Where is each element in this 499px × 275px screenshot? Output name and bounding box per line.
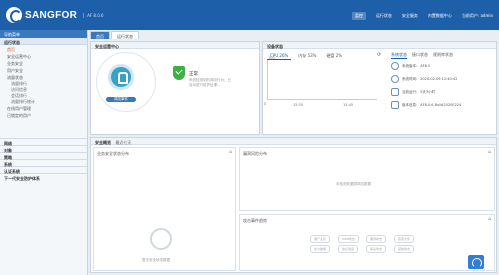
attack-trend-subpanel: 攻击事件趋势 ⌂ 僵尸主机 WEB攻击 漏洞攻击 恶意文件 暴力破解 信息泄露 … [239, 214, 495, 271]
risk-event-badge[interactable]: 风险事件 [106, 97, 136, 102]
nav-security[interactable]: 安全服务 [402, 13, 418, 19]
detail-version-label: 系统版本: [402, 63, 418, 68]
page-tabs: 首页 运行状态 [90, 31, 139, 39]
legend-pill[interactable]: WEB攻击 [338, 235, 359, 243]
business-status-subpanel: 业务安全状态分布 ⌂ 暂无安全状态数据 [93, 147, 236, 271]
vuln-empty-text: 未检测到漏洞风险数据 [336, 182, 371, 186]
legend-pill[interactable]: 其他攻击 [394, 245, 415, 253]
logo: SANGFOR AF 8.0.6 [6, 7, 104, 23]
vuln-risk-subpanel: 漏洞风险分布 ⌂ 未检测到漏洞风险数据 [239, 147, 495, 211]
sidebar-collapsed-network[interactable]: 网络 [0, 138, 87, 146]
headset-support-icon[interactable] [468, 255, 484, 269]
brand-name: SANGFOR [25, 9, 78, 21]
detail-uptime: 当前运行: 5天3小时 [391, 88, 435, 96]
sidebar-item-business[interactable]: 业务安全 [0, 59, 87, 66]
business-empty-text: 暂无安全状态数据 [142, 258, 170, 262]
sidebar-item-traffic[interactable]: 流量状态 [0, 73, 87, 80]
device-status-title: 设备状态 [263, 42, 496, 49]
detail-time: 系统时间: 2020-02-09 12:40:42 [391, 75, 457, 83]
overview-range[interactable]: 最近七天 [115, 140, 131, 145]
overview-panel: 安全概览 最近七天 业务安全状态分布 ⌂ 暂无安全状态数据 漏洞风险分布 ⌂ 未… [90, 137, 497, 273]
shield-check-icon [173, 66, 185, 80]
x-label-2: 15:45 [343, 103, 354, 107]
top-nav: 监控 运行状态 安全服务 内置数据中心 当前用户: admin [351, 12, 493, 20]
tab-memory[interactable]: 内存 53% [295, 52, 319, 60]
overview-title: 安全概览 [95, 139, 111, 145]
sidebar-item-locked[interactable]: 已锁定的用户 [0, 111, 87, 118]
security-center-title: 安全运营中心 [91, 42, 259, 49]
expand-icon[interactable]: ⌂ [488, 217, 491, 222]
y-top-label: 100 [268, 56, 275, 60]
nav-status[interactable]: 运行状态 [376, 13, 392, 19]
sidebar: 导航菜单 运行状态 首页 安全运营中心 业务安全 用户安全 流量状态 流量排行 … [0, 30, 88, 275]
tab-status[interactable]: 运行状态 [111, 31, 139, 39]
security-center-panel: 安全运营中心 风险事件 正常 系统检测到的风险行为，已自动进行防护处理... [90, 41, 260, 135]
detail-uptime-value: 5天3小时 [420, 89, 436, 94]
sidebar-collapsed-system[interactable]: 系统 [0, 159, 87, 167]
sidebar-item-user[interactable]: 用户安全 [0, 66, 87, 73]
version-icon [391, 62, 399, 70]
sidebar-collapsed-object[interactable]: 对象 [0, 145, 87, 153]
monitor-button[interactable]: 监控 [351, 12, 366, 20]
document-icon [391, 101, 399, 109]
security-desc: 系统检测到的风险行为，已自动进行防护处理... [189, 78, 231, 87]
usage-chart [267, 60, 377, 100]
sidebar-title: 导航菜单 [0, 30, 87, 38]
sidebar-collapsed-policy[interactable]: 策略 [0, 152, 87, 160]
detail-build-value: AF8.0.6 Build20200224 [420, 103, 462, 107]
vuln-risk-title: 漏洞风险分布 [243, 151, 267, 156]
tab-rules[interactable]: 规则库状态 [433, 52, 453, 59]
monitor-icon [391, 88, 399, 96]
brand-version: AF 8.0.6 [83, 12, 104, 18]
detail-build: 版本信息: AF8.0.6 Build20200224 [391, 101, 461, 109]
x-label-1: 15:30 [293, 103, 304, 107]
sidebar-item-online[interactable]: 在线用户管理 [0, 104, 87, 111]
overview-header: 安全概览 最近七天 [91, 138, 496, 145]
tab-home[interactable]: 首页 [90, 31, 110, 39]
tab-interface[interactable]: 接口状态 [412, 52, 428, 59]
alert-bell-icon[interactable] [108, 64, 134, 90]
legend-pill[interactable]: 信息泄露 [338, 245, 359, 253]
legend-pill[interactable]: 僵尸主机 [310, 235, 331, 243]
legend-pill[interactable]: 暴力破解 [310, 245, 331, 253]
refresh-icon[interactable]: ⟳ [377, 52, 381, 58]
detail-uptime-label: 当前运行: [402, 89, 418, 94]
business-status-title: 业务安全状态分布 [97, 151, 129, 156]
expand-icon[interactable]: ⌂ [229, 150, 232, 155]
sidebar-collapsed-auth[interactable]: 认证系统 [0, 166, 87, 174]
detail-time-value: 2020-02-09 12:40:42 [420, 77, 458, 81]
expand-icon[interactable]: ⌂ [488, 150, 491, 155]
attack-trend-title: 攻击事件趋势 [243, 218, 267, 223]
detail-version: 系统版本: AF8.0 [391, 62, 430, 70]
top-bar: SANGFOR AF 8.0.6 监控 运行状态 安全服务 内置数据中心 当前用… [0, 0, 499, 30]
search-empty-icon [150, 228, 172, 250]
detail-version-value: AF8.0 [420, 64, 431, 68]
y-bottom-label: 0 [264, 102, 267, 106]
legend-pill[interactable]: 漏洞攻击 [366, 235, 387, 243]
nav-user[interactable]: 当前用户: admin [462, 13, 493, 19]
security-status: 正常 [189, 72, 198, 77]
tab-system[interactable]: 系统状态 [391, 52, 407, 59]
sidebar-item-home[interactable]: 首页 [0, 45, 87, 52]
clock-icon [391, 75, 399, 83]
legend-pill[interactable]: 恶意文件 [394, 235, 415, 243]
sidebar-item-soc[interactable]: 安全运营中心 [0, 52, 87, 59]
detail-tabs: 系统状态 接口状态 规则库状态 [391, 52, 453, 59]
legend-pill[interactable]: 病毒攻击 [366, 245, 387, 253]
sidebar-group-status[interactable]: 运行状态 [0, 38, 87, 45]
metric-tabs: CPU 26% 内存 53% 硬盘 2% [267, 52, 345, 60]
nav-datacenter[interactable]: 内置数据中心 [428, 13, 452, 19]
sangfor-logo-icon [6, 7, 22, 23]
device-status-panel: 设备状态 CPU 26% 内存 53% 硬盘 2% ⟳ 100 0 15:30 … [262, 41, 497, 135]
tab-disk[interactable]: 硬盘 2% [323, 52, 345, 60]
detail-build-label: 版本信息: [402, 102, 418, 107]
detail-time-label: 系统时间: [402, 76, 418, 81]
